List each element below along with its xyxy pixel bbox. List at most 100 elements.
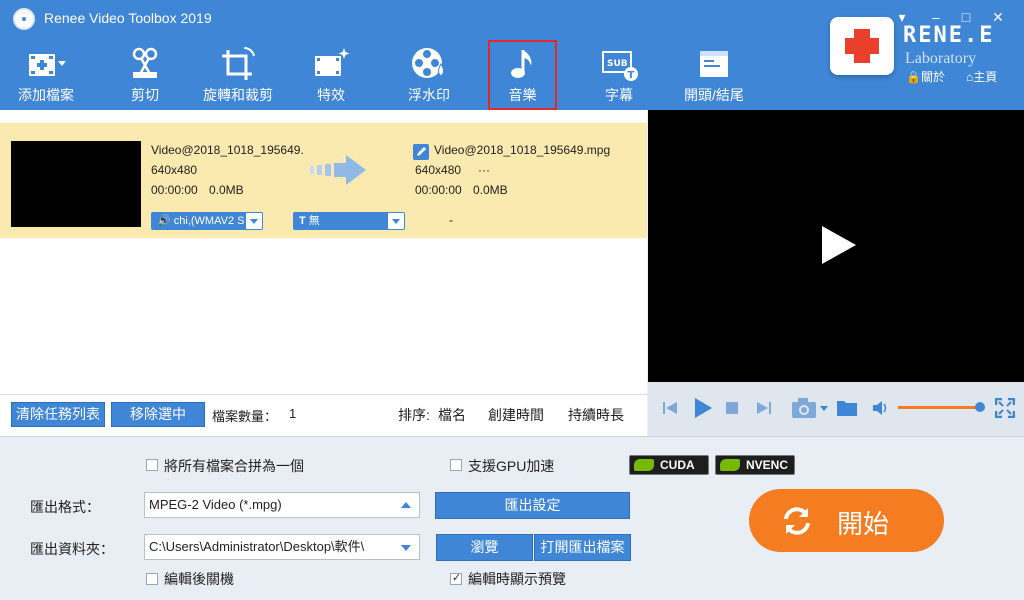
intro-outro-icon: [700, 51, 728, 77]
fullscreen-icon[interactable]: [995, 398, 1015, 418]
merge-files-checkbox[interactable]: [146, 459, 158, 471]
player-controls: [648, 382, 1024, 436]
tool-effects[interactable]: 特效: [296, 46, 366, 106]
source-resolution: 640x480: [151, 163, 198, 177]
effects-icon: [315, 48, 350, 76]
sort-by-created[interactable]: 創建時間: [488, 405, 544, 425]
rotate-crop-icon: [222, 46, 255, 80]
music-note-icon: [510, 50, 531, 78]
tool-add-file-label: 添加檔案: [18, 87, 74, 103]
about-label: 關於: [920, 70, 945, 84]
export-folder-label: 匯出資料夾：: [30, 541, 114, 557]
tool-add-file[interactable]: 添加檔案: [10, 46, 82, 106]
start-button[interactable]: 開始: [749, 489, 944, 552]
tool-rotate-crop[interactable]: 旋轉和裁剪: [203, 46, 273, 106]
tool-rotate-crop-label: 旋轉和裁剪: [203, 87, 273, 103]
folder-icon[interactable]: [836, 398, 858, 417]
next-icon[interactable]: [756, 400, 772, 416]
lock-icon: 🔒: [906, 70, 921, 84]
brand-name: RENE.E: [903, 23, 995, 48]
chevron-up-icon: [401, 502, 411, 508]
tool-cut[interactable]: 剪切: [110, 46, 180, 106]
nvenc-badge: NVENC: [715, 455, 795, 475]
export-format-select[interactable]: MPEG-2 Video (*.mpg): [144, 492, 420, 518]
tool-music[interactable]: 音樂: [488, 40, 557, 110]
source-size: 0.0MB: [209, 183, 244, 197]
previous-icon[interactable]: [662, 400, 678, 416]
chevron-down-icon: [401, 545, 411, 551]
watermark-icon: [412, 48, 444, 78]
app-logo-icon: [13, 8, 35, 30]
tool-effects-label: 特效: [317, 87, 345, 103]
edit-name-icon[interactable]: [413, 144, 429, 160]
home-label: 主頁: [973, 70, 998, 84]
source-filename: Video@2018_1018_195649.mpg: [151, 143, 303, 157]
gpu-accel-checkbox[interactable]: [450, 459, 462, 471]
volume-slider[interactable]: [898, 406, 978, 409]
chevron-down-icon: [245, 212, 263, 230]
refresh-icon: [784, 507, 810, 535]
text-t-icon: T: [299, 215, 309, 227]
output-dash: -: [449, 213, 453, 227]
export-folder-field[interactable]: C:\Users\Administrator\Desktop\軟件\: [144, 534, 420, 560]
tool-watermark-label: 浮水印: [408, 87, 450, 103]
browse-button[interactable]: 瀏覽: [436, 534, 533, 561]
tool-intro-outro-label: 開頭/結尾: [684, 87, 744, 103]
audio-track-select[interactable]: 🔊 chi,(WMAV2 S: [151, 212, 263, 230]
output-resolution: 640x480: [415, 163, 462, 177]
subtitle-select[interactable]: T 無: [293, 212, 405, 230]
shutdown-after-label: 編輯後關機: [164, 571, 234, 587]
export-format-label: 匯出格式：: [30, 499, 100, 515]
gpu-accel-label: 支援GPU加速: [468, 458, 555, 474]
play-icon[interactable]: [692, 397, 714, 419]
task-row[interactable]: Video@2018_1018_195649.mpg 640x480 00:00…: [0, 123, 647, 238]
play-overlay-icon[interactable]: [822, 226, 856, 264]
output-duration: 00:00:00: [415, 183, 462, 197]
stop-icon[interactable]: [726, 402, 738, 414]
open-output-folder-button[interactable]: 打開匯出檔案: [534, 534, 631, 561]
sort-label: 排序:: [398, 407, 430, 423]
file-count-label: 檔案數量：: [212, 409, 278, 424]
merge-files-label: 將所有檔案合拼為一個: [164, 458, 304, 474]
audio-track-value: chi,(WMAV2 S: [173, 215, 245, 227]
tool-watermark[interactable]: 浮水印: [394, 46, 464, 106]
volume-slider-handle[interactable]: [975, 402, 985, 412]
cuda-badge: CUDA: [629, 455, 709, 475]
show-preview-checkbox[interactable]: [450, 571, 462, 585]
subtitle-icon: SUB T: [602, 51, 638, 81]
subtitle-value: 無: [308, 215, 320, 227]
start-label: 開始: [837, 509, 890, 539]
volume-icon[interactable]: [872, 400, 890, 416]
source-duration: 00:00:00: [151, 183, 198, 197]
tool-subtitle-label: 字幕: [605, 87, 633, 103]
snapshot-camera-icon[interactable]: [791, 397, 829, 419]
tool-intro-outro[interactable]: 開頭/結尾: [678, 46, 750, 106]
clear-task-list-button[interactable]: 清除任務列表: [11, 402, 105, 427]
export-settings-button[interactable]: 匯出設定: [435, 492, 630, 519]
sort-by-name[interactable]: 檔名: [438, 405, 466, 425]
chevron-down-icon: [387, 212, 405, 230]
video-preview[interactable]: [648, 110, 1024, 382]
show-preview-label: 編輯時顯示預覽: [468, 571, 566, 587]
tool-cut-label: 剪切: [131, 87, 159, 103]
home-link[interactable]: ⌂主頁: [966, 68, 997, 85]
tool-music-label: 音樂: [508, 87, 537, 103]
brand-logo: [830, 17, 894, 75]
svg-text:T: T: [628, 70, 635, 81]
output-more-button[interactable]: ···: [478, 163, 490, 177]
about-link[interactable]: 🔒關於: [906, 68, 945, 85]
shutdown-after-checkbox[interactable]: [146, 573, 158, 585]
tool-subtitle[interactable]: SUB T 字幕: [584, 46, 654, 106]
task-list-panel: Video@2018_1018_195649.mpg 640x480 00:00…: [0, 110, 647, 436]
sort-by-duration[interactable]: 持續時長: [568, 405, 624, 425]
output-filename: Video@2018_1018_195649.mpg: [434, 143, 611, 157]
export-format-value: MPEG-2 Video (*.mpg): [149, 497, 282, 512]
remove-selected-button[interactable]: 移除選中: [111, 402, 205, 427]
export-folder-value: C:\Users\Administrator\Desktop\軟件\: [149, 539, 365, 554]
speaker-icon: 🔊: [157, 215, 174, 227]
task-toolbar: 清除任務列表 移除選中 檔案數量： 1 排序: 檔名 創建時間 持續時長: [0, 394, 647, 434]
svg-text:SUB: SUB: [607, 59, 628, 69]
scissors-icon: [132, 47, 158, 78]
add-file-icon: [29, 54, 66, 76]
convert-arrow-icon: [310, 155, 366, 185]
